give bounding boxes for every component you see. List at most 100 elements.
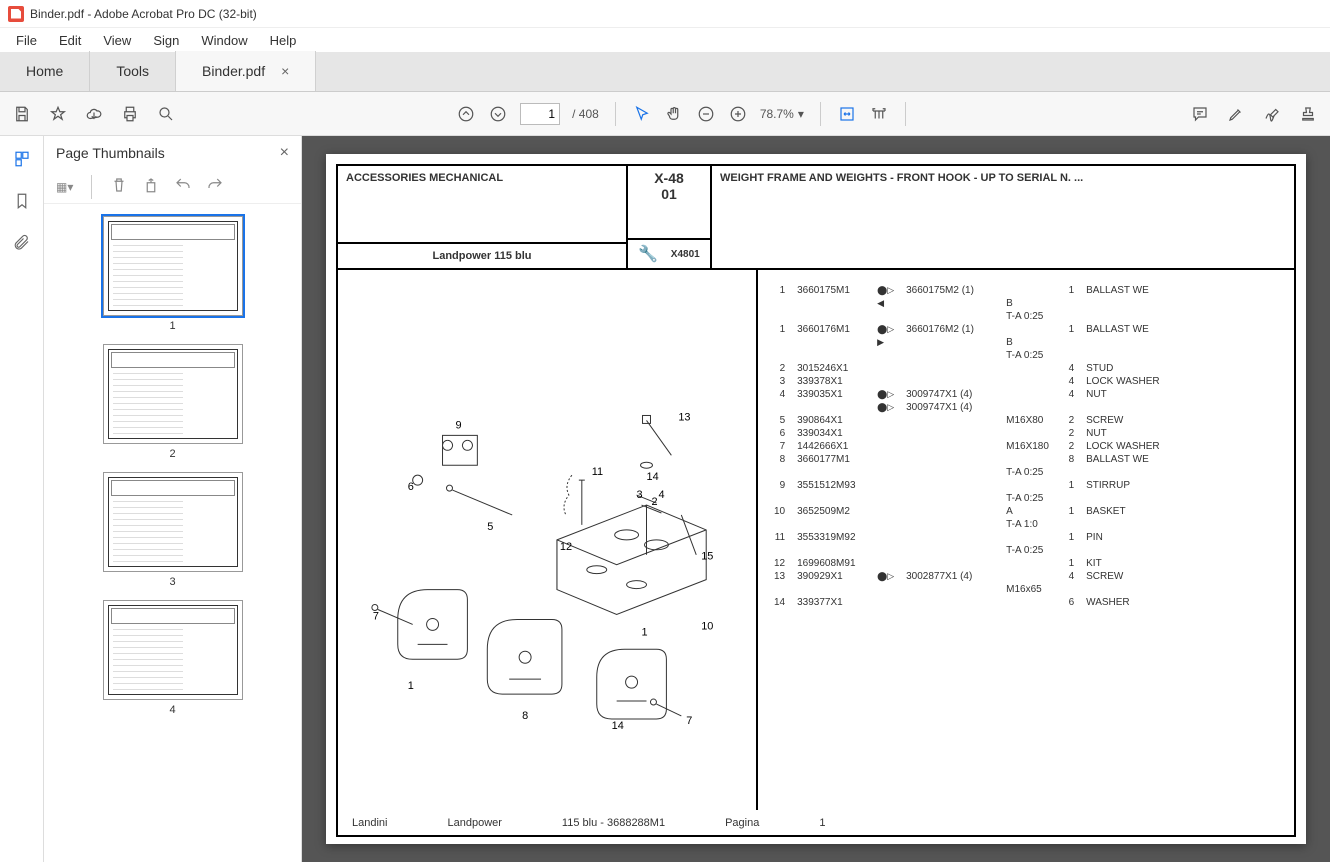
part-row: 93551512M931STIRRUP xyxy=(768,479,1166,492)
thumbnail-3[interactable]: 3 xyxy=(103,472,243,588)
svg-text:15: 15 xyxy=(701,551,713,563)
tab-tools[interactable]: Tools xyxy=(90,51,176,91)
redo-icon[interactable] xyxy=(206,176,224,197)
cloud-icon[interactable] xyxy=(84,104,104,124)
model-label: Landpower 115 blu xyxy=(338,242,626,268)
part-row: 14339377X16WASHER xyxy=(768,596,1166,609)
part-row: T-A 0:25 xyxy=(768,310,1166,323)
options-icon[interactable]: ▦▾ xyxy=(56,180,73,194)
menu-file[interactable]: File xyxy=(6,31,47,50)
part-row: T-A 0:25 xyxy=(768,492,1166,505)
main-area: Page Thumbnails × ▦▾ 1 2 3 4 ACCESSORIES… xyxy=(0,136,1330,862)
window-title: Binder.pdf - Adobe Acrobat Pro DC (32-bi… xyxy=(30,7,257,21)
separator xyxy=(820,102,821,126)
exploded-diagram: 9 6 5 12 11 13 14 3 4 15 10 xyxy=(338,270,758,810)
page-number-input[interactable] xyxy=(520,103,560,125)
page-1: ACCESSORIES MECHANICAL Landpower 115 blu… xyxy=(326,154,1306,844)
thumbnail-4[interactable]: 4 xyxy=(103,600,243,716)
thumbnail-2[interactable]: 2 xyxy=(103,344,243,460)
part-row: T-A 0:25 xyxy=(768,349,1166,362)
page-header: ACCESSORIES MECHANICAL Landpower 115 blu… xyxy=(338,166,1294,270)
page-title: WEIGHT FRAME AND WEIGHTS - FRONT HOOK - … xyxy=(712,166,1294,268)
svg-text:4: 4 xyxy=(658,489,664,501)
attachment-icon[interactable] xyxy=(11,232,33,254)
svg-text:14: 14 xyxy=(612,720,624,732)
bookmark-icon[interactable] xyxy=(11,190,33,212)
star-icon[interactable] xyxy=(48,104,68,124)
sign-icon[interactable] xyxy=(1262,104,1282,124)
part-row: 3339378X14LOCK WASHER xyxy=(768,375,1166,388)
svg-text:2: 2 xyxy=(651,496,657,508)
svg-text:7: 7 xyxy=(373,610,379,622)
print-icon[interactable] xyxy=(120,104,140,124)
category-label: ACCESSORIES MECHANICAL xyxy=(338,166,626,242)
undo-icon[interactable] xyxy=(174,176,192,197)
separator xyxy=(615,102,616,126)
title-bar: Binder.pdf - Adobe Acrobat Pro DC (32-bi… xyxy=(0,0,1330,28)
part-row: 6339034X12NUT xyxy=(768,427,1166,440)
side-rail xyxy=(0,136,44,862)
zoom-in-icon[interactable] xyxy=(728,104,748,124)
tab-bar: Home Tools Binder.pdf × xyxy=(0,52,1330,92)
close-panel-icon[interactable]: × xyxy=(280,144,289,162)
save-icon[interactable] xyxy=(12,104,32,124)
parts-list: 13660175M1⬤▷3660175M2 (1)1BALLAST WE◀BT-… xyxy=(758,270,1294,810)
part-row: T-A 1:0 xyxy=(768,518,1166,531)
zoom-out-icon[interactable] xyxy=(696,104,716,124)
svg-text:1: 1 xyxy=(408,680,414,692)
highlight-icon[interactable] xyxy=(1226,104,1246,124)
part-row: ⬤▷3009747X1 (4) xyxy=(768,401,1166,414)
svg-text:6: 6 xyxy=(408,481,414,493)
menu-help[interactable]: Help xyxy=(260,31,307,50)
fit-page-icon[interactable] xyxy=(869,104,889,124)
part-row: 13660176M1⬤▷3660176M2 (1)1BALLAST WE xyxy=(768,323,1166,336)
thumbnail-panel: Page Thumbnails × ▦▾ 1 2 3 4 xyxy=(44,136,302,862)
fit-width-icon[interactable] xyxy=(837,104,857,124)
svg-text:5: 5 xyxy=(487,521,493,533)
part-row: 83660177M18BALLAST WE xyxy=(768,453,1166,466)
select-tool-icon[interactable] xyxy=(632,104,652,124)
part-row: M16x65 xyxy=(768,583,1166,596)
thumbnail-1[interactable]: 1 xyxy=(103,216,243,332)
menu-view[interactable]: View xyxy=(93,31,141,50)
thumbnails-icon[interactable] xyxy=(11,148,33,170)
tab-document[interactable]: Binder.pdf × xyxy=(176,51,316,91)
hand-tool-icon[interactable] xyxy=(664,104,684,124)
svg-text:7: 7 xyxy=(686,715,692,727)
wrench-icon: 🔧 xyxy=(638,244,658,264)
page-footer: Landini Landpower 115 blu - 3688288M1 Pa… xyxy=(338,810,1294,835)
part-row: T-A 0:25 xyxy=(768,544,1166,557)
svg-text:10: 10 xyxy=(701,620,713,632)
comment-icon[interactable] xyxy=(1190,104,1210,124)
zoom-dropdown[interactable]: 78.7% ▾ xyxy=(760,107,804,121)
svg-text:8: 8 xyxy=(522,710,528,722)
part-row: T-A 0:25 xyxy=(768,466,1166,479)
thumbnail-list[interactable]: 1 2 3 4 xyxy=(44,204,301,862)
part-row: 13390929X1⬤▷3002877X1 (4)4SCREW xyxy=(768,570,1166,583)
part-row: 4339035X1⬤▷3009747X1 (4)4NUT xyxy=(768,388,1166,401)
search-icon[interactable] xyxy=(156,104,176,124)
delete-icon[interactable] xyxy=(110,176,128,197)
svg-text:9: 9 xyxy=(455,419,461,431)
panel-title: Page Thumbnails xyxy=(56,145,165,161)
part-row: 13660175M1⬤▷3660175M2 (1)1BALLAST WE xyxy=(768,284,1166,297)
document-viewer[interactable]: ACCESSORIES MECHANICAL Landpower 115 blu… xyxy=(302,136,1330,862)
svg-text:14: 14 xyxy=(647,471,659,483)
page-up-icon[interactable] xyxy=(456,104,476,124)
chevron-down-icon: ▾ xyxy=(798,107,804,121)
separator xyxy=(905,102,906,126)
part-row: ◀B xyxy=(768,297,1166,310)
part-row: 5390864X1M16X802SCREW xyxy=(768,414,1166,427)
menu-edit[interactable]: Edit xyxy=(49,31,91,50)
menu-sign[interactable]: Sign xyxy=(143,31,189,50)
page-total: / 408 xyxy=(572,107,599,121)
part-row: 71442666X1M16X1802LOCK WASHER xyxy=(768,440,1166,453)
tab-home[interactable]: Home xyxy=(0,51,90,91)
part-row: 23015246X14STUD xyxy=(768,362,1166,375)
rotate-icon[interactable] xyxy=(142,176,160,197)
stamp-icon[interactable] xyxy=(1298,104,1318,124)
close-icon[interactable]: × xyxy=(281,63,289,79)
svg-text:12: 12 xyxy=(560,541,572,553)
page-down-icon[interactable] xyxy=(488,104,508,124)
menu-window[interactable]: Window xyxy=(191,31,257,50)
